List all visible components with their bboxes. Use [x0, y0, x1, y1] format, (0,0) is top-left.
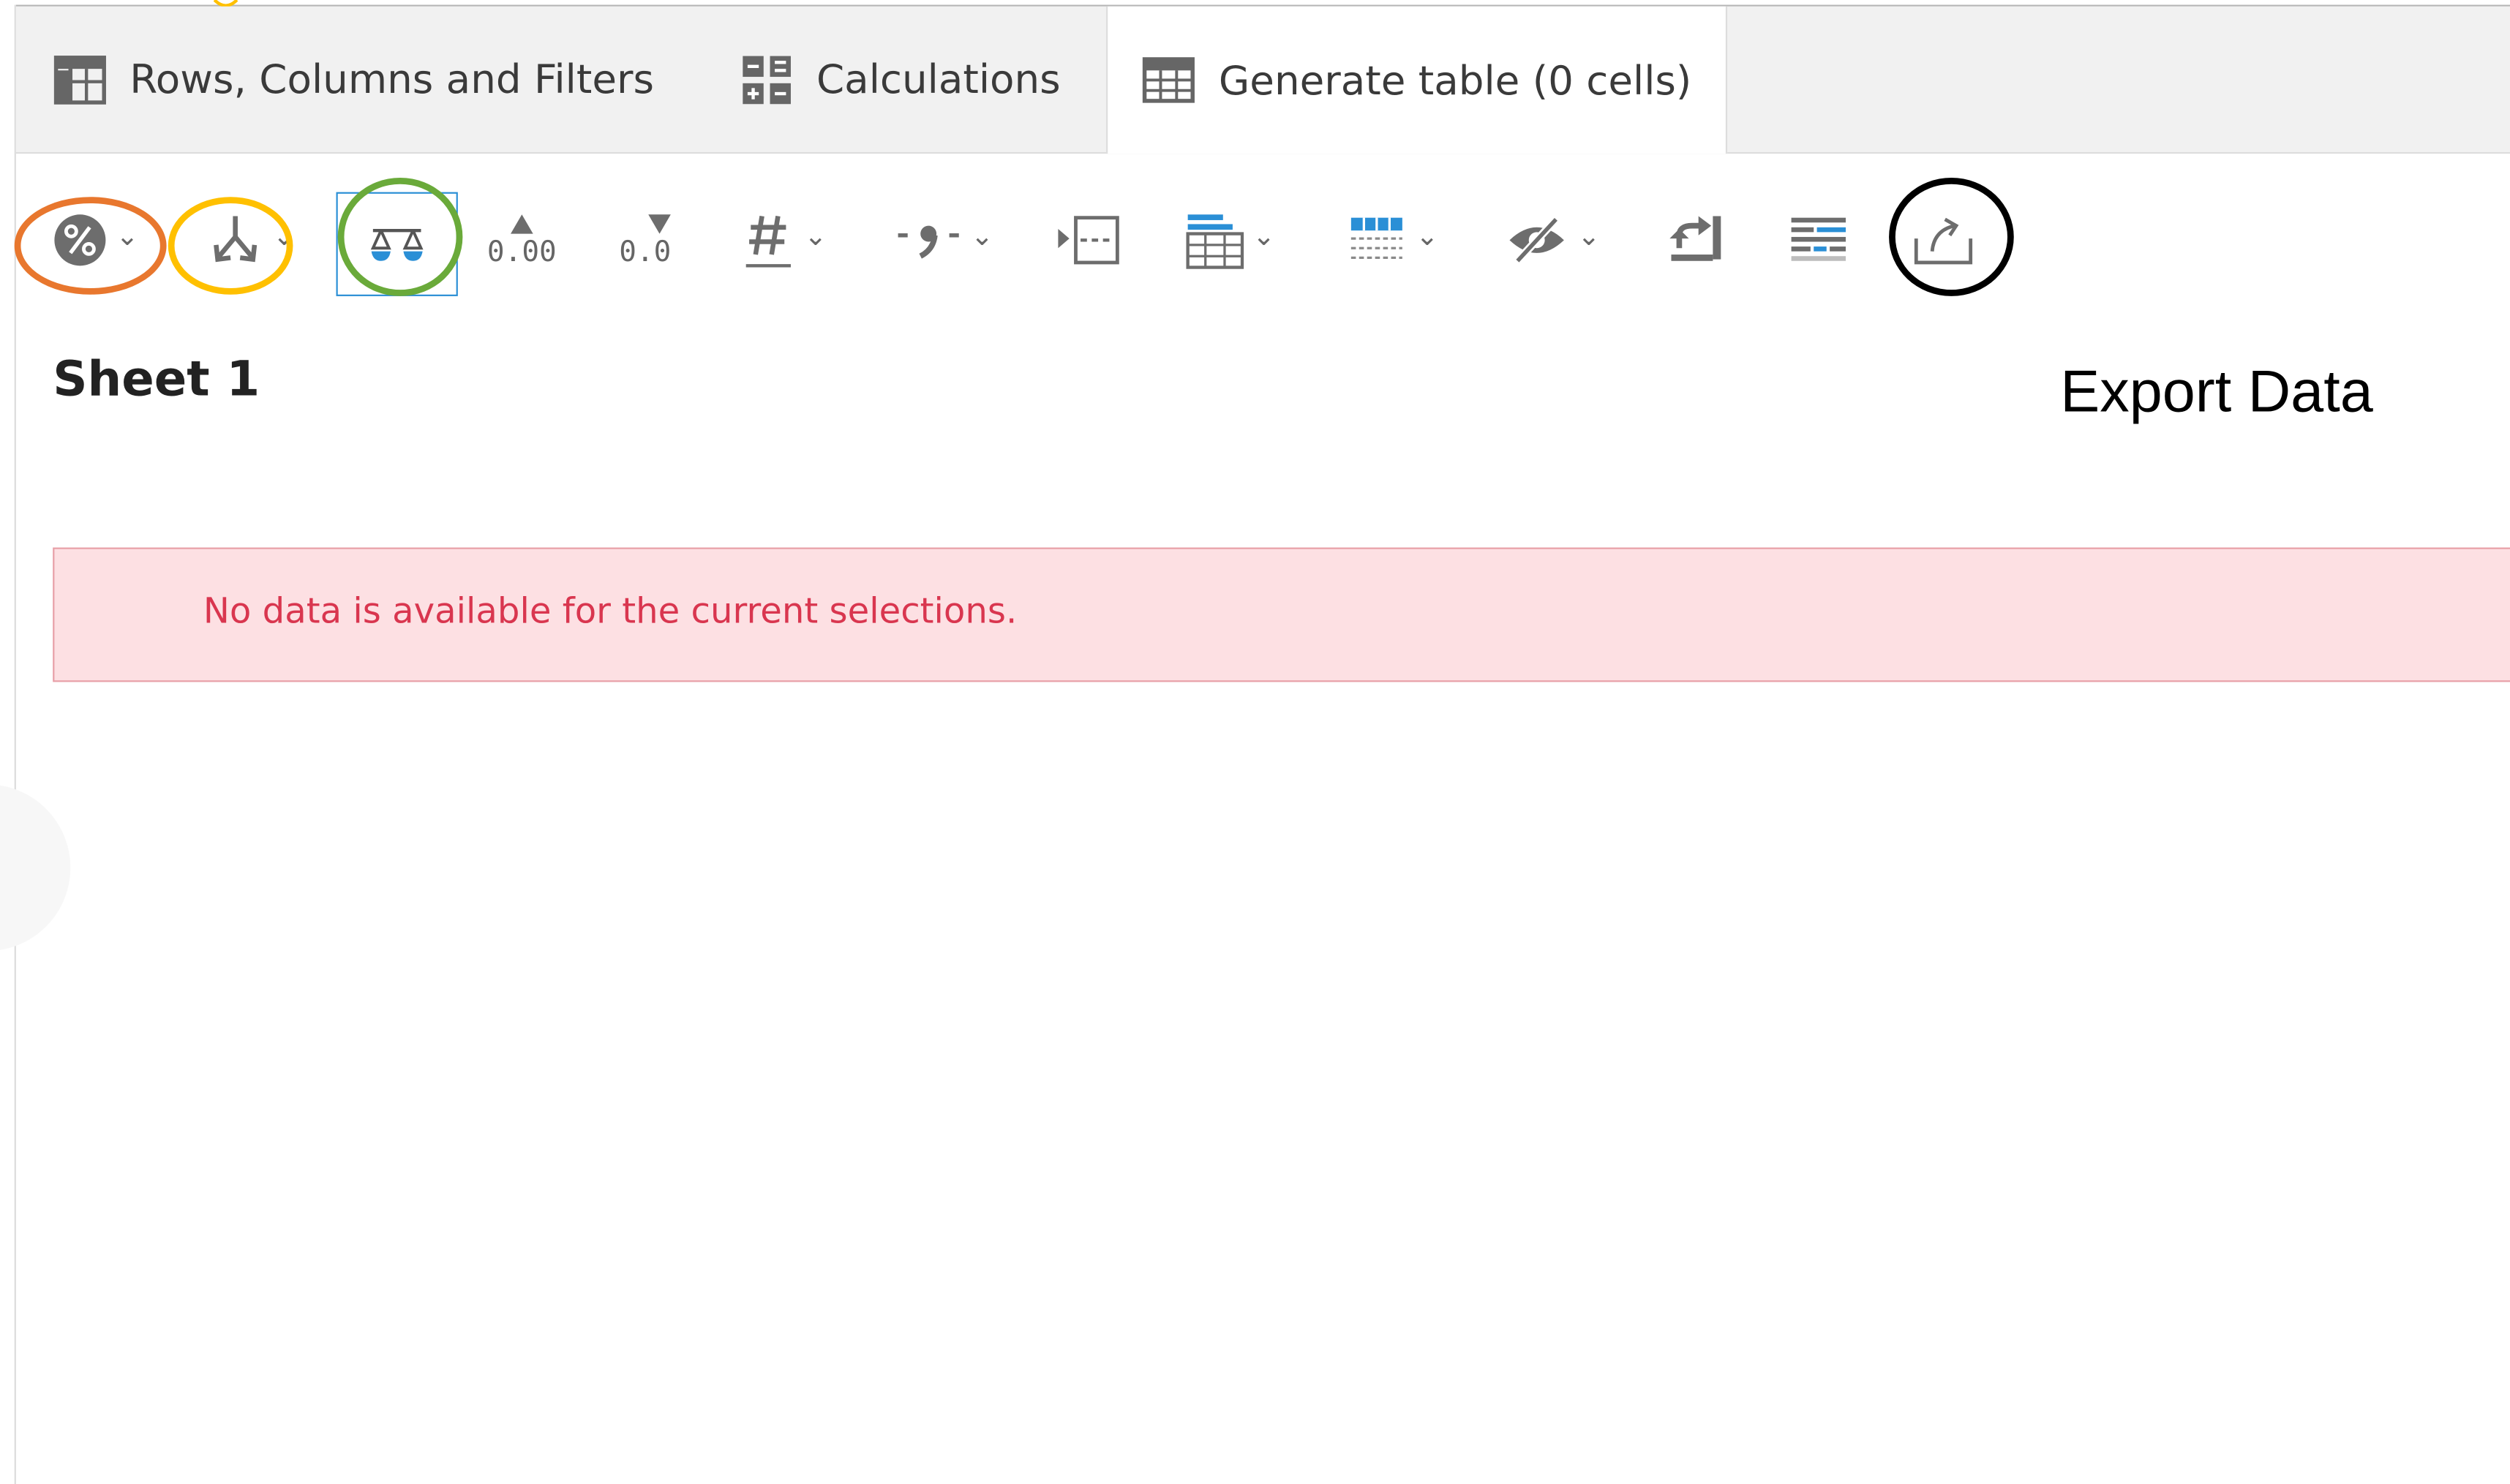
export-button[interactable] [1905, 189, 1982, 291]
table-icon [1143, 57, 1195, 103]
hash-icon [746, 215, 792, 268]
chevron-down-icon: ⌄ [1416, 219, 1439, 252]
tab-label: Generate table (0 cells) [1218, 56, 1692, 104]
swap-button[interactable] [1661, 189, 1732, 291]
decimal-remove-label: 0.0 [619, 234, 672, 268]
chevron-down-icon: ⌄ [272, 219, 296, 252]
remove-decimal-button[interactable]: 0.0 [605, 189, 685, 291]
scales-icon [370, 227, 424, 260]
chevron-down-icon: ⌄ [804, 219, 827, 252]
grid-style-icon [1351, 217, 1403, 260]
percentage-button[interactable]: ⌄ [45, 189, 147, 291]
add-decimal-button[interactable]: 0.00 [477, 189, 567, 291]
sheet-title: Sheet 1 [53, 352, 260, 409]
chevron-down-icon: ⌄ [1252, 219, 1276, 252]
summary-rows-icon [1791, 217, 1846, 261]
table-layout-icon [1187, 214, 1245, 269]
no-data-alert: No data is available for the current sel… [53, 547, 2510, 682]
separator-button[interactable]: ⌄ [888, 189, 1000, 291]
tab-bar: Rows, Columns and Filters Calculations G… [15, 6, 2510, 154]
split-arrows-icon [214, 216, 258, 263]
decrease-decimal-icon [648, 214, 671, 233]
hide-button[interactable]: ⌄ [1500, 189, 1605, 291]
number-format-button[interactable]: ⌄ [733, 189, 835, 291]
weight-button[interactable] [336, 192, 458, 296]
chevron-down-icon: ⌄ [1577, 219, 1601, 252]
table-layout-button[interactable]: ⌄ [1179, 189, 1281, 291]
transpose-button[interactable] [1053, 189, 1124, 291]
alert-message: No data is available for the current sel… [203, 592, 1018, 633]
app-window: Rows, Columns and Filters Calculations G… [0, 0, 2510, 1484]
grid-style-button[interactable]: ⌄ [1340, 189, 1446, 291]
comma-separator-icon [898, 225, 960, 259]
increase-decimal-icon [511, 214, 533, 233]
rows-columns-filters-icon [53, 54, 106, 104]
tab-generate-table[interactable]: Generate table (0 cells) [1106, 6, 1728, 154]
sort-button[interactable]: ⌄ [198, 189, 304, 291]
tab-label: Rows, Columns and Filters [129, 56, 654, 103]
chevron-down-icon: ⌄ [970, 219, 994, 252]
tab-label: Calculations [816, 56, 1061, 103]
export-data-annotation: Export Data [2060, 358, 2373, 425]
transpose-icon [1058, 216, 1119, 265]
side-handle[interactable] [0, 784, 71, 952]
eye-slash-icon [1510, 216, 1565, 264]
export-icon [1914, 217, 1973, 265]
summary-rows-button[interactable] [1784, 189, 1854, 291]
swap-icon [1669, 216, 1721, 261]
left-border [14, 4, 16, 1484]
chevron-down-icon: ⌄ [116, 219, 139, 252]
calculator-icon [743, 55, 791, 104]
tab-rows-columns-filters[interactable]: Rows, Columns and Filters [53, 7, 654, 152]
decimal-add-label: 0.00 [486, 234, 557, 268]
tab-calculations[interactable]: Calculations [740, 7, 1061, 152]
percentage-icon [55, 214, 107, 266]
